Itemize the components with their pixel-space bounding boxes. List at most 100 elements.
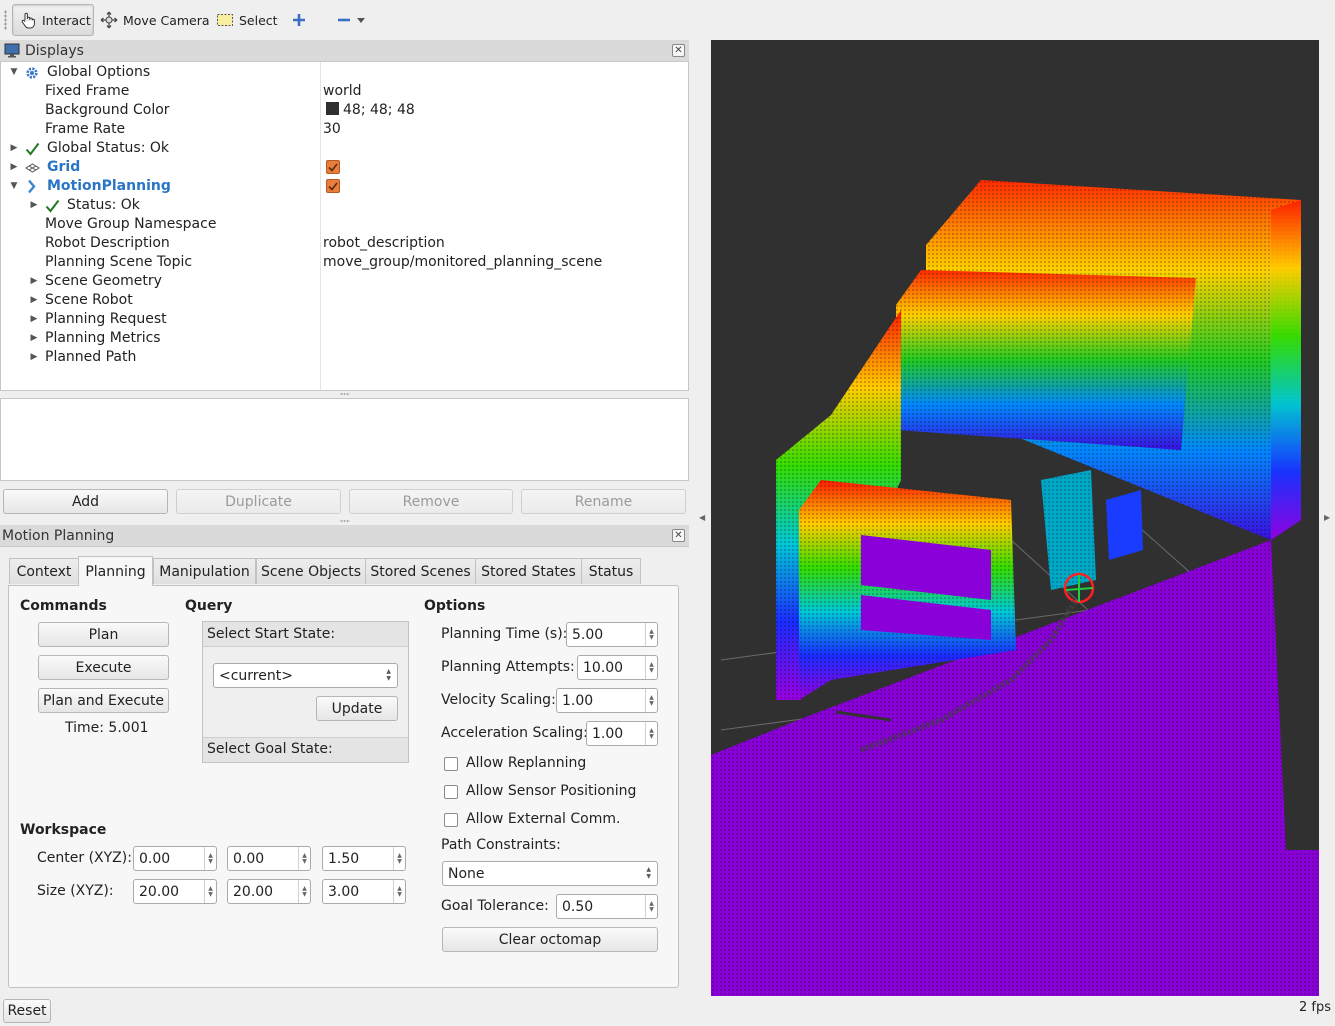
spin-arrows-icon[interactable]: ▲ ▼	[645, 689, 657, 712]
planning-attempts-spinbox[interactable]: 10.00 ▲ ▼	[577, 655, 658, 680]
start-state-select[interactable]: <current> ▲ ▼	[213, 663, 398, 688]
expand-arrow-icon[interactable]: ▼	[9, 177, 19, 196]
planning-time-spinbox[interactable]: 5.00 ▲ ▼	[566, 622, 658, 647]
tree-row-motionplanning[interactable]: ▼ MotionPlanning	[1, 177, 688, 196]
size-y-spinbox[interactable]: 20.00 ▲ ▼	[227, 879, 311, 904]
tree-row-grid[interactable]: ▶ Grid	[1, 158, 688, 177]
remove-display-button[interactable]: Remove	[349, 489, 513, 514]
background-color-value[interactable]: 48; 48; 48	[326, 101, 415, 120]
spin-arrows-icon[interactable]: ▲ ▼	[298, 847, 310, 870]
tree-row-global-status[interactable]: ▶ Global Status: Ok	[1, 139, 688, 158]
spin-arrows-icon[interactable]: ▲ ▼	[204, 847, 216, 870]
collapse-arrow-icon[interactable]: ▶	[29, 291, 39, 310]
tree-row-planning-metrics[interactable]: ▶ Planning Metrics	[1, 329, 688, 348]
plan-and-execute-button[interactable]: Plan and Execute	[38, 688, 169, 713]
rename-display-button[interactable]: Rename	[521, 489, 686, 514]
allow-external-comm-label[interactable]: Allow External Comm.	[466, 811, 620, 827]
tab-stored-states[interactable]: Stored States	[475, 558, 582, 584]
add-tool-button[interactable]	[285, 4, 313, 36]
toolbar: Interact Move Camera Select	[0, 0, 1335, 40]
tree-label: Scene Robot	[45, 292, 133, 308]
tree-row-planned-path[interactable]: ▶ Planned Path	[1, 348, 688, 367]
render-viewport[interactable]	[711, 40, 1319, 996]
acceleration-scaling-spinbox[interactable]: 1.00 ▲ ▼	[586, 721, 658, 746]
displays-panel-header: Displays ✕	[0, 40, 689, 62]
collapse-arrow-icon[interactable]: ▶	[9, 139, 19, 158]
collapse-arrow-icon[interactable]: ▶	[9, 158, 19, 177]
select-button[interactable]: Select	[210, 4, 284, 36]
size-z-spinbox[interactable]: 3.00 ▲ ▼	[322, 879, 406, 904]
tree-row-background-color[interactable]: Background Color 48; 48; 48	[1, 101, 688, 120]
tree-label: Global Options	[47, 64, 151, 80]
expand-arrow-icon[interactable]: ▼	[9, 63, 19, 82]
collapse-arrow-icon[interactable]: ▶	[29, 196, 39, 215]
motionplanning-enabled-checkbox[interactable]	[326, 177, 340, 193]
tab-planning[interactable]: Planning	[78, 556, 153, 586]
tree-row-move-group-namespace[interactable]: Move Group Namespace	[1, 215, 688, 234]
tree-row-fixed-frame[interactable]: Fixed Frame world	[1, 82, 688, 101]
planning-scene-topic-value[interactable]: move_group/monitored_planning_scene	[323, 253, 602, 272]
duplicate-display-button[interactable]: Duplicate	[176, 489, 341, 514]
tab-context[interactable]: Context	[9, 558, 79, 584]
spin-arrows-icon[interactable]: ▲ ▼	[645, 623, 657, 646]
spin-arrows-icon[interactable]: ▲ ▼	[298, 880, 310, 903]
tree-row-global-options[interactable]: ▼ Global Options	[1, 63, 688, 82]
grid-enabled-checkbox[interactable]	[326, 158, 340, 174]
splitter-handle[interactable]	[340, 519, 350, 523]
displays-close-button[interactable]: ✕	[672, 44, 685, 57]
spin-arrows-icon[interactable]: ▲ ▼	[204, 880, 216, 903]
allow-replanning-label[interactable]: Allow Replanning	[466, 755, 586, 771]
move-camera-button[interactable]: Move Camera	[94, 4, 216, 36]
tree-row-scene-robot[interactable]: ▶ Scene Robot	[1, 291, 688, 310]
tree-row-planning-scene-topic[interactable]: Planning Scene Topic move_group/monitore…	[1, 253, 688, 272]
toolbar-grip[interactable]	[4, 10, 7, 30]
velocity-scaling-spinbox[interactable]: 1.00 ▲ ▼	[556, 688, 658, 713]
allow-sensor-positioning-checkbox[interactable]	[444, 785, 458, 799]
center-x-spinbox[interactable]: 0.00 ▲ ▼	[133, 846, 217, 871]
tree-row-frame-rate[interactable]: Frame Rate 30	[1, 120, 688, 139]
goal-tolerance-spinbox[interactable]: 0.50 ▲ ▼	[556, 894, 658, 919]
update-button[interactable]: Update	[316, 696, 398, 721]
allow-sensor-positioning-label[interactable]: Allow Sensor Positioning	[466, 783, 636, 799]
interact-button[interactable]: Interact	[12, 4, 94, 36]
tree-row-planning-request[interactable]: ▶ Planning Request	[1, 310, 688, 329]
spin-arrows-icon[interactable]: ▲ ▼	[645, 656, 657, 679]
collapse-right-icon[interactable]: ▶	[1324, 513, 1330, 522]
start-state-value: <current>	[219, 667, 293, 684]
add-display-button[interactable]: Add	[3, 489, 168, 514]
spin-arrows-icon[interactable]: ▲ ▼	[645, 895, 657, 918]
center-z-spinbox[interactable]: 1.50 ▲ ▼	[322, 846, 406, 871]
remove-tool-button[interactable]	[330, 4, 371, 36]
clear-octomap-button[interactable]: Clear octomap	[442, 927, 658, 952]
fixed-frame-value[interactable]: world	[323, 82, 362, 101]
motion-planning-close-button[interactable]: ✕	[672, 529, 685, 542]
plan-button[interactable]: Plan	[38, 622, 169, 647]
collapse-arrow-icon[interactable]: ▶	[29, 310, 39, 329]
tree-row-scene-geometry[interactable]: ▶ Scene Geometry	[1, 272, 688, 291]
reset-button[interactable]: Reset	[3, 999, 51, 1023]
path-constraints-select[interactable]: None ▲ ▼	[442, 861, 658, 886]
execute-button[interactable]: Execute	[38, 655, 169, 680]
spin-arrows-icon[interactable]: ▲ ▼	[645, 722, 657, 745]
tab-scene-objects[interactable]: Scene Objects	[256, 558, 366, 584]
tree-row-robot-description[interactable]: Robot Description robot_description	[1, 234, 688, 253]
tab-status[interactable]: Status	[581, 558, 641, 584]
robot-description-value[interactable]: robot_description	[323, 234, 445, 253]
splitter-handle[interactable]	[340, 392, 350, 396]
collapse-arrow-icon[interactable]: ▶	[29, 329, 39, 348]
frame-rate-value[interactable]: 30	[323, 120, 341, 139]
spin-arrows-icon[interactable]: ▲ ▼	[393, 880, 405, 903]
allow-external-comm-checkbox[interactable]	[444, 813, 458, 827]
monitor-icon	[4, 43, 20, 58]
center-y-spinbox[interactable]: 0.00 ▲ ▼	[227, 846, 311, 871]
tab-stored-scenes[interactable]: Stored Scenes	[365, 558, 476, 584]
collapse-arrow-icon[interactable]: ▶	[29, 272, 39, 291]
allow-replanning-checkbox[interactable]	[444, 757, 458, 771]
tab-manipulation[interactable]: Manipulation	[153, 558, 256, 584]
collapse-left-icon[interactable]: ◀	[699, 513, 705, 522]
background-color-text: 48; 48; 48	[343, 102, 415, 118]
size-x-spinbox[interactable]: 20.00 ▲ ▼	[133, 879, 217, 904]
spin-arrows-icon[interactable]: ▲ ▼	[393, 847, 405, 870]
collapse-arrow-icon[interactable]: ▶	[29, 348, 39, 367]
tree-row-status[interactable]: ▶ Status: Ok	[1, 196, 688, 215]
